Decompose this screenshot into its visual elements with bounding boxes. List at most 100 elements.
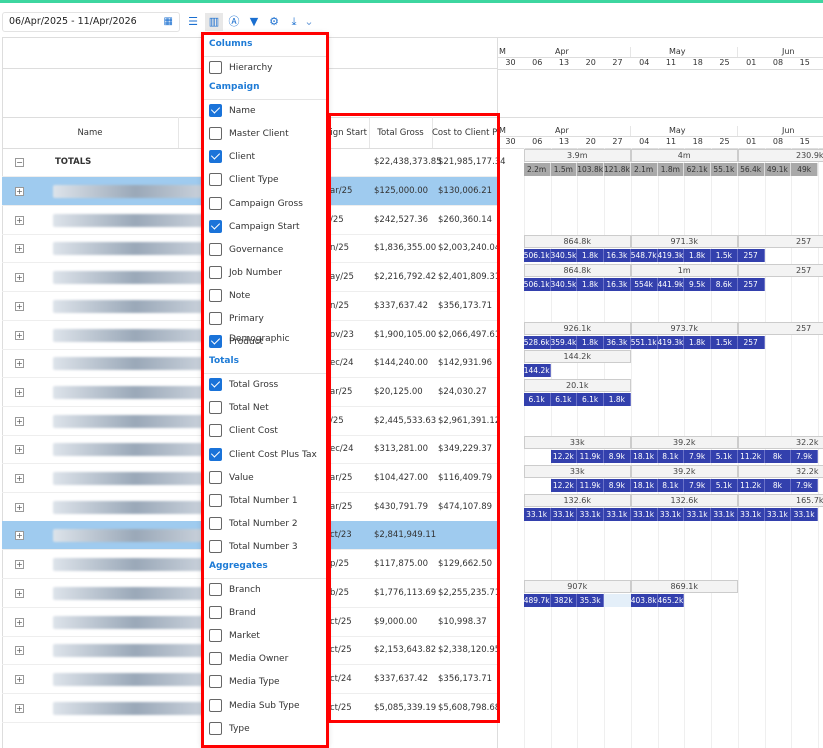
checkbox[interactable] (209, 652, 222, 666)
gantt-month-bar[interactable]: 132.6k (630, 493, 738, 507)
gantt-week-cell[interactable]: 403.8k (630, 593, 658, 607)
gantt-week-cell[interactable]: 8k (764, 479, 792, 492)
checkbox[interactable] (209, 606, 222, 620)
gantt-week-cell[interactable]: 33.1k (657, 507, 685, 521)
checkbox[interactable] (209, 127, 222, 141)
gantt-week-cell[interactable]: 33.1k (577, 507, 604, 521)
menu-item-type[interactable]: Type (209, 719, 325, 739)
gantt-week-cell[interactable]: 121.8k (604, 163, 631, 176)
expand-icon[interactable]: + (15, 359, 24, 369)
gantt-week-cell[interactable]: 16.3k (604, 249, 631, 263)
gantt-week-cell[interactable]: 506.1k (523, 278, 551, 292)
menu-item-governance[interactable]: Governance (209, 240, 325, 260)
gantt-week-cell[interactable]: 11.9k (577, 450, 604, 464)
gantt-month-bar[interactable]: 864.8k (523, 264, 631, 278)
gantt-week-cell[interactable]: 528.6k (523, 335, 551, 349)
gantt-week-cell[interactable]: 62.1k (684, 163, 711, 176)
gantt-month-bar[interactable]: 33k (523, 436, 631, 450)
checkbox[interactable] (209, 150, 222, 164)
checkbox[interactable] (209, 196, 222, 210)
gantt-week-cell[interactable]: 56.4k (737, 163, 765, 176)
gantt-week-cell[interactable]: 49k (791, 163, 818, 176)
checkbox[interactable] (209, 516, 222, 530)
gantt-week-cell[interactable]: 359.4k (550, 335, 578, 349)
menu-item-media-owner[interactable]: Media Owner (209, 649, 325, 669)
gantt-week-cell[interactable]: 1.8m (657, 163, 685, 176)
checkbox[interactable] (209, 721, 222, 735)
gantt-week-cell[interactable]: 257 (737, 335, 765, 349)
gantt-month-bar[interactable]: 257 (737, 264, 823, 278)
gantt-week-cell[interactable]: 33.1k (684, 507, 711, 521)
checkbox[interactable] (209, 173, 222, 187)
filter-icon[interactable]: ▼ (245, 13, 263, 31)
gantt-week-cell[interactable]: 1.8k (684, 249, 711, 263)
gantt-week-cell[interactable]: 1.5m (550, 163, 578, 176)
checkbox[interactable] (209, 629, 222, 643)
gantt-week-cell[interactable]: 11.9k (577, 479, 604, 492)
gantt-week-cell[interactable]: 7.9k (684, 479, 711, 492)
gantt-week-cell[interactable]: 551.1k (630, 335, 658, 349)
menu-item-campaign-start[interactable]: Campaign Start (209, 217, 325, 237)
gantt-week-cell[interactable]: 554k (630, 278, 658, 292)
gantt-week-cell[interactable]: 2.2m (523, 163, 551, 176)
expand-icon[interactable]: + (15, 330, 24, 340)
gantt-month-bar[interactable]: 869.1k (630, 579, 738, 593)
checkbox[interactable] (209, 470, 222, 484)
gantt-week-cell[interactable]: 465.2k (657, 593, 685, 607)
gantt-week-cell[interactable]: 1.5k (711, 335, 738, 349)
gantt-week-cell[interactable]: 1.8k (577, 335, 604, 349)
calendar-icon[interactable]: ▦ (164, 16, 173, 27)
menu-item-client-cost-plus-tax[interactable]: Client Cost Plus Tax (209, 445, 325, 465)
gantt-month-bar[interactable]: 257 (737, 235, 823, 249)
menu-item-brand[interactable]: Brand (209, 603, 325, 623)
gantt-week-cell[interactable]: 1.8k (577, 249, 604, 263)
gantt-month-bar[interactable]: 864.8k (523, 235, 631, 249)
checkbox[interactable] (209, 539, 222, 553)
expand-icon[interactable]: + (15, 502, 24, 512)
gantt-month-bar[interactable]: 144.2k (523, 350, 631, 364)
gantt-week-cell[interactable]: 103.8k (577, 163, 604, 176)
gantt-week-cell[interactable]: 257 (737, 278, 765, 292)
expand-icon[interactable]: + (15, 187, 24, 196)
gantt-month-bar[interactable]: 973.7k (630, 321, 738, 335)
expand-icon[interactable]: + (15, 474, 24, 483)
checkbox[interactable] (209, 698, 222, 712)
checkbox[interactable] (209, 242, 222, 256)
checkbox[interactable] (209, 493, 222, 507)
gantt-month-bar[interactable]: 1m (630, 264, 738, 278)
gantt-week-cell[interactable]: 144.2k (523, 364, 551, 378)
expand-icon[interactable]: + (15, 560, 24, 570)
gantt-week-cell[interactable]: 382k (550, 593, 578, 607)
gantt-month-bar[interactable]: 132.6k (523, 493, 631, 507)
checkbox[interactable] (209, 335, 222, 349)
menu-item-product[interactable]: Product (209, 332, 325, 352)
expand-icon[interactable]: + (15, 416, 24, 426)
gantt-month-bar[interactable]: 20.1k (523, 378, 631, 392)
menu-item-client-cost[interactable]: Client Cost (209, 421, 325, 441)
gantt-week-cell[interactable]: 33.1k (791, 507, 818, 521)
columns-icon[interactable]: ▥ (205, 13, 223, 31)
expand-icon[interactable]: + (15, 215, 24, 225)
expand-icon[interactable]: + (15, 531, 24, 541)
checkbox[interactable] (209, 219, 222, 233)
gantt-month-bar[interactable]: 3.9m (523, 149, 631, 162)
gantt-week-cell[interactable]: 18.1k (630, 450, 658, 464)
gantt-week-cell[interactable]: 441.9k (657, 278, 685, 292)
menu-item-total-gross[interactable]: Total Gross (209, 375, 325, 395)
gantt-month-bar[interactable]: 33k (523, 465, 631, 478)
gantt-week-cell[interactable]: 36.3k (604, 335, 631, 349)
menu-item-note[interactable]: Note (209, 286, 325, 306)
expand-icon[interactable]: + (15, 617, 24, 627)
menu-item-total-number-2[interactable]: Total Number 2 (209, 514, 325, 534)
gantt-week-cell[interactable]: 419.3k (657, 335, 685, 349)
checkbox[interactable] (209, 312, 222, 325)
menu-item-master-client[interactable]: Master Client (209, 124, 325, 144)
gantt-week-cell[interactable]: 340.5k (550, 278, 578, 292)
gantt-month-bar[interactable]: 32.2k (737, 436, 823, 450)
gantt-week-cell[interactable]: 33.1k (630, 507, 658, 521)
menu-item-client-type[interactable]: Client Type (209, 170, 325, 190)
gantt-week-cell[interactable]: 33.1k (550, 507, 578, 521)
gantt-week-cell[interactable]: 548.7k (630, 249, 658, 263)
gantt-week-cell[interactable]: 33.1k (737, 507, 765, 521)
gantt-week-cell[interactable]: 8k (764, 450, 792, 464)
